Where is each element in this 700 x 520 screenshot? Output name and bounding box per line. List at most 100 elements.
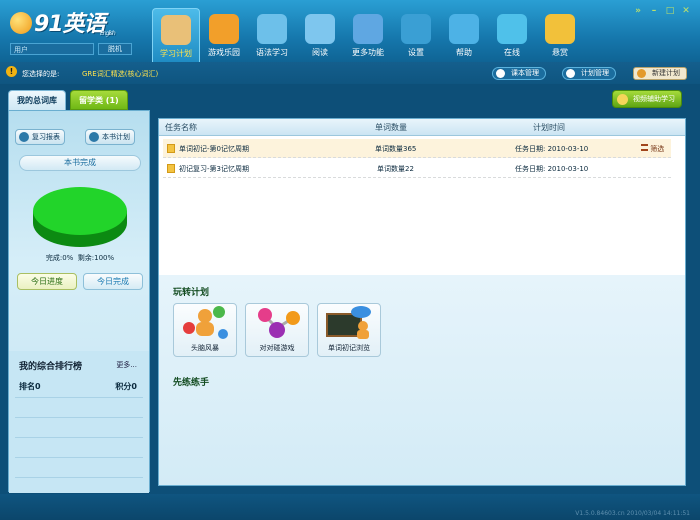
word-board-icon: [326, 306, 371, 339]
left-panel: 复习报表 本书计划 本书完成 完成:0% 剩余:100% 今日进度 今日完成 我…: [8, 110, 151, 493]
done-percent: 完成:0%: [45, 254, 74, 262]
divider: [15, 457, 143, 458]
warning-icon: !: [6, 66, 17, 77]
nav-item-6[interactable]: 帮助: [440, 8, 488, 62]
main-panel: 任务名称 单词数量 计划时间 单词初记-第0记忆周期 单词数量365 任务日期:…: [158, 118, 686, 486]
main-nav: 学习计划 游戏乐园 语法学习 阅读 更多功能 设置 帮助 在线 悬赏: [152, 8, 584, 62]
divider: [15, 417, 143, 418]
book-plan-label: 本书计划: [102, 133, 130, 141]
nav-label: 语法学习: [256, 48, 288, 57]
tab-my-vocab[interactable]: 我的总词库: [8, 90, 66, 110]
table-row[interactable]: 单词初记-第0记忆周期 单词数量365 任务日期: 2010-03-10 筛选: [163, 139, 671, 158]
ranking-more-link[interactable]: 更多...: [116, 360, 137, 370]
plan-mgmt-button[interactable]: 计划管理: [562, 67, 616, 80]
nav-label: 悬赏: [552, 48, 568, 57]
col-word-count: 单词数量: [375, 123, 407, 132]
word-count: 单词数量365: [375, 145, 417, 153]
table-row[interactable]: 初记复习-第3记忆周期 单词数量22 任务日期: 2010-03-10: [163, 159, 671, 178]
divider: [15, 477, 143, 478]
new-plan-label: 新建计划: [652, 69, 680, 77]
selected-label: 您选择的是:: [22, 70, 60, 78]
nav-label: 游戏乐园: [208, 48, 240, 57]
progress-pie-chart: [33, 187, 127, 247]
brainstorm-label: 头脑风暴: [191, 344, 219, 352]
progress-stats: 完成:0% 剩余:100%: [9, 253, 151, 263]
calendar-icon: [161, 15, 191, 45]
course-mgmt-label: 课本管理: [511, 69, 539, 77]
book-icon: [305, 14, 335, 44]
nav-item-5[interactable]: 设置: [392, 8, 440, 62]
today-progress-button[interactable]: 今日进度: [17, 273, 77, 290]
match-game-card[interactable]: 对对碰游戏: [245, 303, 309, 357]
plan-icon: [566, 69, 575, 78]
coins-icon: [545, 14, 575, 44]
fun-plan-area: 玩转计划 头脑风暴 对对碰游戏 单词初记浏览 先练练手: [159, 275, 685, 485]
clock-icon: [89, 132, 99, 142]
nav-label: 设置: [408, 48, 424, 57]
list-icon: [641, 144, 648, 151]
task-date: 任务日期: 2010-03-10: [515, 145, 589, 153]
word-browse-label: 单词初记浏览: [328, 344, 370, 352]
brainstorm-icon: [183, 306, 228, 339]
ranking-panel: 我的综合排行榜 更多... 排名0 积分0: [9, 351, 149, 493]
nav-item-7[interactable]: 在线: [488, 8, 536, 62]
vocab-tabs: 我的总词库 留学类 (1): [8, 90, 128, 110]
review-report-label: 复习报表: [32, 133, 60, 141]
match-game-label: 对对碰游戏: [259, 344, 295, 352]
top-bar: 91英语 English 用户 脱机 学习计划 游戏乐园 语法学习 阅读 更多功能 设置 帮助…: [0, 0, 700, 62]
book-done-label: 本书完成: [19, 155, 141, 171]
tab-study-abroad[interactable]: 留学类 (1): [70, 90, 128, 110]
minimize-button[interactable]: –: [648, 6, 660, 16]
monitor-icon: [257, 14, 287, 44]
app-logo: 91英语 English: [10, 6, 130, 38]
remaining-percent: 剩余:100%: [77, 254, 115, 262]
user-input[interactable]: 用户: [10, 43, 94, 55]
nav-item-2[interactable]: 语法学习: [248, 8, 296, 62]
video-help-button[interactable]: 视频辅助学习: [612, 90, 682, 108]
rank-value: 排名0: [19, 382, 41, 391]
course-mgmt-button[interactable]: 课本管理: [492, 67, 546, 80]
task-name: 初记复习-第3记忆周期: [179, 165, 249, 173]
maximize-button[interactable]: □: [664, 6, 676, 16]
word-browse-card[interactable]: 单词初记浏览: [317, 303, 381, 357]
gamepad-icon: [209, 14, 239, 44]
nav-item-4[interactable]: 更多功能: [344, 8, 392, 62]
report-icon: [19, 132, 29, 142]
filter-label: 筛选: [650, 145, 665, 153]
nav-item-3[interactable]: 阅读: [296, 8, 344, 62]
status-bar: V1.5.0.84603.cn 2010/03/04 14:11:51: [0, 494, 700, 520]
gear-icon: [401, 14, 431, 44]
selected-vocab-link[interactable]: GRE词汇精选(核心词汇): [82, 69, 158, 79]
box-icon: [353, 14, 383, 44]
col-plan-time: 计划时间: [533, 123, 565, 132]
help-icon: [449, 14, 479, 44]
window-controls: » – □ ✕: [632, 6, 692, 16]
plan-mgmt-label: 计划管理: [581, 69, 609, 77]
pie-remaining-slice: [33, 187, 127, 235]
nav-item-8[interactable]: 悬赏: [536, 8, 584, 62]
book-icon: [496, 69, 505, 78]
today-done-button[interactable]: 今日完成: [83, 273, 143, 290]
brainstorm-card[interactable]: 头脑风暴: [173, 303, 237, 357]
bird-logo-icon: [10, 12, 32, 34]
score-value: 积分0: [115, 382, 137, 391]
video-icon: [617, 94, 628, 105]
ranking-title: 我的综合排行榜: [19, 362, 83, 372]
divider: [15, 397, 143, 398]
book-plan-button[interactable]: 本书计划: [85, 129, 135, 145]
menu-button[interactable]: »: [632, 6, 644, 16]
divider: [15, 437, 143, 438]
version-text: V1.5.0.84603.cn 2010/03/04 14:11:51: [575, 510, 690, 517]
offline-button[interactable]: 脱机: [98, 43, 132, 55]
nav-item-0[interactable]: 学习计划: [152, 8, 200, 62]
new-plan-button[interactable]: 新建计划: [633, 67, 687, 80]
practice-title: 先练练手: [173, 378, 210, 388]
document-icon: [167, 144, 175, 153]
nav-item-1[interactable]: 游戏乐园: [200, 8, 248, 62]
review-report-button[interactable]: 复习报表: [15, 129, 65, 145]
task-date: 任务日期: 2010-03-10: [515, 165, 589, 173]
filter-button[interactable]: 筛选: [641, 144, 664, 154]
logo-subtitle: English: [100, 30, 116, 37]
task-name: 单词初记-第0记忆周期: [179, 145, 249, 153]
close-button[interactable]: ✕: [680, 6, 692, 16]
